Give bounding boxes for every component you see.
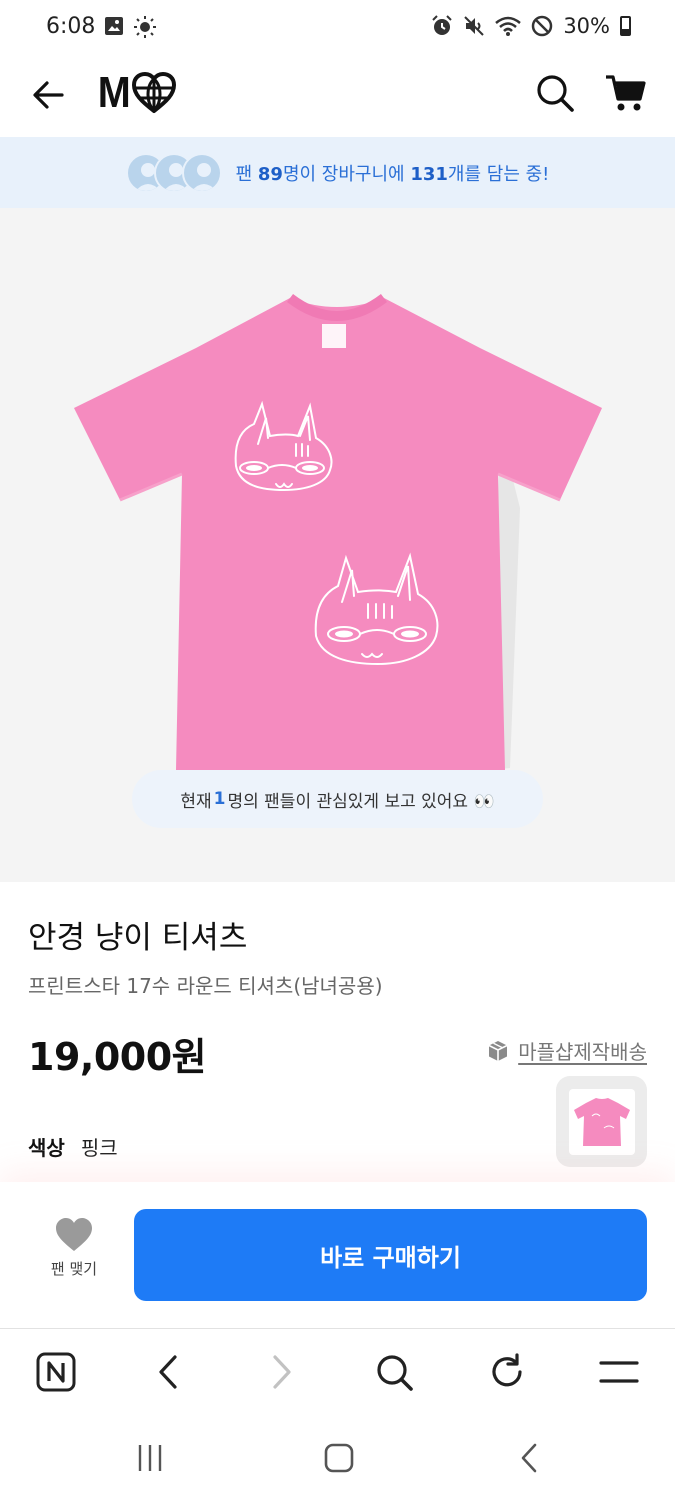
box-icon [488,1040,508,1061]
status-left-icons [104,16,156,38]
browser-forward-button[interactable] [259,1349,305,1395]
system-back-button[interactable] [510,1438,550,1478]
system-navigation-bar [0,1416,675,1500]
fan-count: 89 [257,163,283,185]
menu-icon [599,1361,639,1383]
color-label: 색상 [28,1136,65,1160]
do-not-disturb-icon [532,15,553,37]
cart-item-count: 131 [410,163,448,185]
app-header: M [0,56,675,136]
search-button[interactable] [534,72,576,114]
avatar [181,152,222,193]
reload-icon [492,1353,522,1387]
recent-apps-button[interactable] [130,1438,170,1478]
back-arrow-icon [33,81,64,109]
marpple-logo[interactable]: M [96,68,177,118]
fan-activity-banner: 팬 89명이 장바구니에 131개를 담는 중! [0,137,675,208]
search-icon [537,75,574,112]
browser-back-icon [159,1355,177,1389]
viewers-count: 1 [213,789,226,809]
thumbnail-frame [568,1088,635,1155]
color-option-row: 색상 핑크 [28,1132,118,1161]
brightness-icon [134,16,156,38]
fan-button-label: 팬 맺기 [50,1260,98,1278]
fan-text-middle: 명이 장바구니에 [282,163,411,185]
logo-letter: M [97,68,131,117]
cart-button[interactable] [604,72,648,114]
menu-button[interactable] [596,1349,642,1395]
heart-globe-logo-icon [131,72,176,114]
browser-back-button[interactable] [145,1349,191,1395]
heart-icon [56,1218,92,1251]
home-button[interactable] [319,1438,359,1478]
battery-percent: 30% [563,14,610,38]
shipping-label: 마플샵제작배송 [518,1040,647,1064]
browser-toolbar [0,1328,675,1416]
product-subtitle: 프린트스타 17수 라운드 티셔츠(남녀공용) [28,974,383,998]
fan-text-suffix: 개를 담는 중! [447,163,550,185]
fan-activity-text: 팬 89명이 장바구니에 131개를 담는 중! [236,160,550,186]
cart-icon [606,75,646,111]
reload-button[interactable] [484,1349,530,1395]
color-value: 핑크 [80,1136,118,1160]
browser-search-icon [377,1355,413,1391]
recent-apps-icon [138,1445,162,1471]
home-icon [324,1443,354,1473]
status-bar: 6:08 30% [0,0,675,56]
naver-home-button[interactable] [33,1349,79,1395]
browser-search-button[interactable] [371,1349,417,1395]
system-back-icon [521,1443,537,1473]
status-right-icons: 30% [431,14,631,38]
naver-home-icon [36,1352,76,1392]
mute-icon [464,16,485,36]
become-fan-button[interactable]: 팬 맺기 [40,1218,108,1298]
fan-text-prefix: 팬 [235,163,258,185]
wifi-icon [495,16,522,36]
product-title: 안경 냥이 티셔츠 [28,920,248,956]
viewers-prefix: 현재 [180,791,212,812]
viewers-suffix: 명의 팬들이 관심있게 보고 있어요 👀 [227,791,495,812]
battery-icon [620,16,631,36]
back-button[interactable] [28,74,70,116]
tshirt-thumbnail-icon [573,1097,630,1146]
alarm-icon [432,15,453,35]
buy-now-button[interactable]: 바로 구매하기 [134,1209,647,1301]
gallery-icon [105,17,123,35]
fan-avatars [125,152,222,193]
status-time: 6:08 [46,14,96,39]
user-placeholder-icon [191,162,216,191]
viewers-pill: 현재 1 명의 팬들이 관심있게 보고 있어요 👀 [132,770,543,828]
shipping-link[interactable]: 마플샵제작배송 [486,1036,647,1065]
product-price: 19,000원 [28,1035,207,1079]
browser-forward-icon [273,1355,291,1389]
color-option-thumbnail[interactable] [556,1076,647,1167]
tshirt-body [74,298,602,770]
